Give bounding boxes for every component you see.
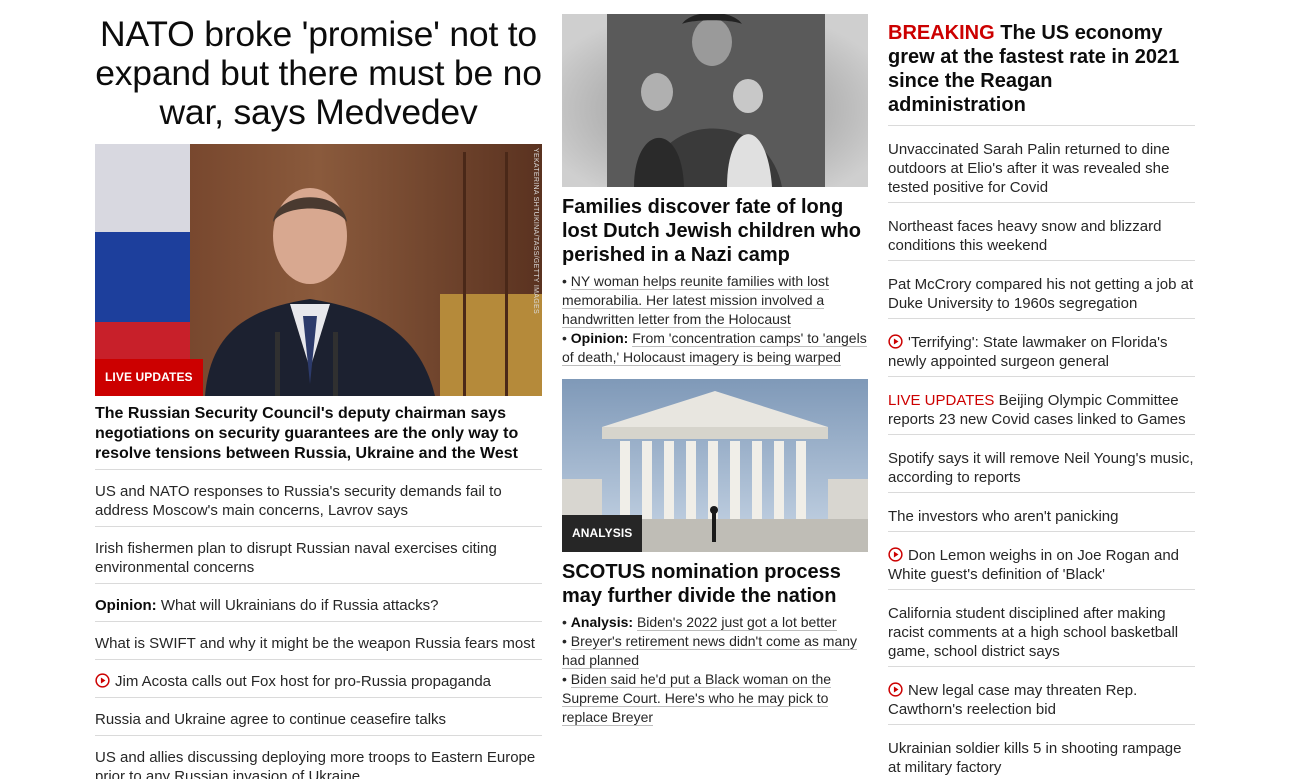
list-item[interactable]: Jim Acosta calls out Fox host for pro-Ru… xyxy=(95,660,542,698)
list-item[interactable]: LIVE UPDATES Beijing Olympic Committee r… xyxy=(888,377,1195,435)
sub-link[interactable]: • Analysis: Biden's 2022 just got a lot … xyxy=(562,613,868,632)
sub-link-text[interactable]: Biden said he'd put a Black woman on the… xyxy=(562,671,832,726)
scotus-story-links: • Analysis: Biden's 2022 just got a lot … xyxy=(562,613,868,727)
play-circle-icon xyxy=(95,673,110,688)
live-updates-badge: LIVE UPDATES xyxy=(95,359,203,396)
analysis-badge: ANALYSIS xyxy=(562,515,643,552)
right-column: BREAKING The US economy grew at the fast… xyxy=(888,14,1195,779)
list-item[interactable]: Pat McCrory compared his not getting a j… xyxy=(888,261,1195,319)
sub-link[interactable]: • NY woman helps reunite families with l… xyxy=(562,272,868,329)
sub-link-text[interactable]: Biden's 2022 just got a lot better xyxy=(636,614,837,631)
lead-summary[interactable]: The Russian Security Council's deputy ch… xyxy=(95,404,542,470)
photo-illustration xyxy=(562,14,868,187)
lead-column: NATO broke 'promise' not to expand but t… xyxy=(95,14,542,779)
list-item[interactable]: New legal case may threaten Rep. Cawthor… xyxy=(888,667,1195,725)
list-item[interactable]: Russia and Ukraine agree to continue cea… xyxy=(95,698,542,736)
list-item[interactable]: US and NATO responses to Russia's securi… xyxy=(95,470,542,527)
photo-credit: YEKATERINA SHTUKINA/TASS/GETTY IMAGES xyxy=(532,148,539,314)
related-list: US and NATO responses to Russia's securi… xyxy=(95,470,542,779)
list-item[interactable]: 'Terrifying': State lawmaker on Florida'… xyxy=(888,319,1195,377)
list-item[interactable]: What is SWIFT and why it might be the we… xyxy=(95,622,542,660)
list-item[interactable]: Ukrainian soldier kills 5 in shooting ra… xyxy=(888,725,1195,779)
sub-link[interactable]: • Biden said he'd put a Black woman on t… xyxy=(562,670,868,727)
list-item[interactable]: Spotify says it will remove Neil Young's… xyxy=(888,435,1195,493)
scotus-story-headline[interactable]: SCOTUS nomination process may further di… xyxy=(562,560,868,608)
list-item[interactable]: Unvaccinated Sarah Palin returned to din… xyxy=(888,126,1195,203)
sub-link[interactable]: • Breyer's retirement news didn't come a… xyxy=(562,632,868,670)
play-circle-icon xyxy=(888,547,903,562)
main-headline[interactable]: NATO broke 'promise' not to expand but t… xyxy=(95,15,542,132)
supreme-court-photo[interactable]: ANALYSIS xyxy=(562,379,868,552)
list-item[interactable]: Northeast faces heavy snow and blizzard … xyxy=(888,203,1195,261)
live-updates-label: LIVE UPDATES xyxy=(888,392,995,409)
sub-link-text[interactable]: Breyer's retirement news didn't come as … xyxy=(562,633,858,669)
list-item[interactable]: US and allies discussing deploying more … xyxy=(95,736,542,779)
list-item[interactable]: Don Lemon weighs in on Joe Rogan and Whi… xyxy=(888,532,1195,590)
medvedev-photo[interactable]: YEKATERINA SHTUKINA/TASS/GETTY IMAGES LI… xyxy=(95,144,542,396)
sub-link[interactable]: • Opinion: From 'concentration camps' to… xyxy=(562,329,868,367)
list-item[interactable]: Opinion: What will Ukrainians do if Russ… xyxy=(95,584,542,622)
family-story-links: • NY woman helps reunite families with l… xyxy=(562,272,868,367)
family-photo[interactable] xyxy=(562,14,868,187)
family-story-headline[interactable]: Families discover fate of long lost Dutc… xyxy=(562,195,868,267)
list-item[interactable]: Irish fishermen plan to disrupt Russian … xyxy=(95,527,542,584)
headline-list: Unvaccinated Sarah Palin returned to din… xyxy=(888,126,1195,779)
play-circle-icon xyxy=(888,682,903,697)
breaking-headline[interactable]: BREAKING The US economy grew at the fast… xyxy=(888,21,1195,126)
play-circle-icon xyxy=(888,334,903,349)
opinion-tag: Opinion: xyxy=(570,330,629,346)
list-item[interactable]: California student disciplined after mak… xyxy=(888,590,1195,667)
middle-column: Families discover fate of long lost Dutc… xyxy=(562,14,868,727)
analysis-tag: Analysis: xyxy=(570,614,634,630)
list-item[interactable]: The investors who aren't panicking xyxy=(888,493,1195,532)
sub-link-text[interactable]: NY woman helps reunite families with los… xyxy=(562,273,829,328)
opinion-tag: Opinion: xyxy=(95,597,157,614)
breaking-label: BREAKING xyxy=(888,22,995,44)
